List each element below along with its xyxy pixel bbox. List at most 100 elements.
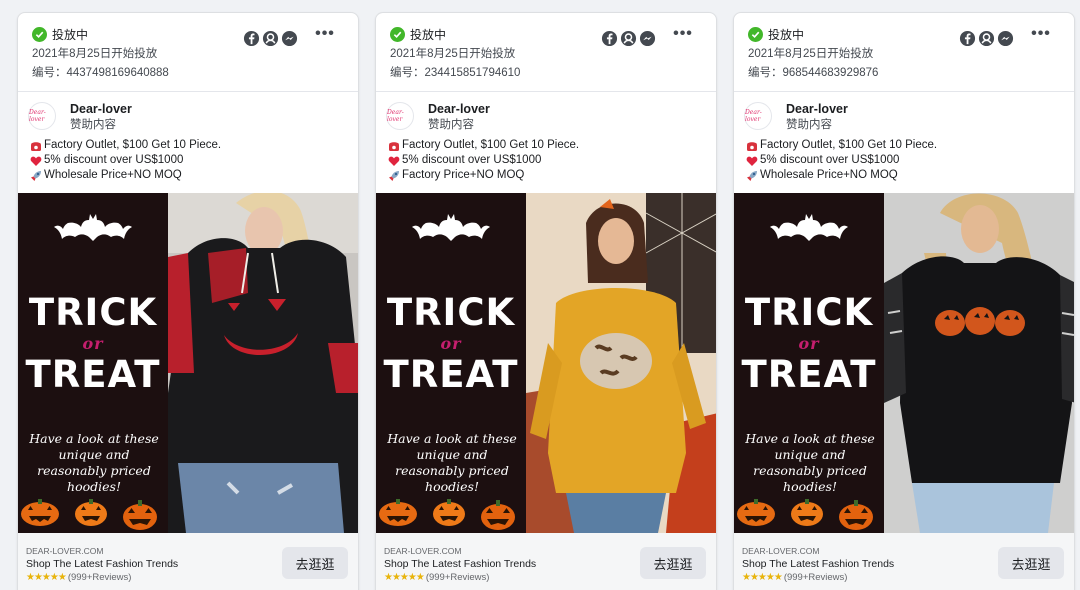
ad-card: 投放中 2021年8月25日开始投放 编号：234415851794610 ••…	[375, 12, 717, 590]
ad-body-text: Factory Outlet, $100 Get 10 Piece. 5% di…	[376, 136, 716, 193]
start-date: 2021年8月25日开始投放	[390, 48, 516, 60]
library-id: 编号：4437498169640888	[32, 65, 344, 81]
ad-line: Wholesale Price+NO MOQ	[30, 168, 348, 183]
bat-icon	[770, 214, 848, 241]
messenger-icon	[639, 30, 656, 47]
more-options-icon[interactable]: •••	[672, 26, 694, 45]
ad-footer: DEAR-LOVER.COM Shop The Latest Fashion T…	[18, 533, 358, 590]
star-rating: ★★★★★	[742, 572, 783, 583]
advertiser-logo[interactable]: Dear-lover	[28, 102, 56, 130]
creative-product-photo	[526, 193, 716, 533]
ad-line-text: Factory Outlet, $100 Get 10 Piece.	[44, 139, 222, 151]
ad-line: Factory Price+NO MOQ	[388, 168, 706, 183]
ad-line: Factory Outlet, $100 Get 10 Piece.	[388, 138, 706, 153]
library-id-label: 编号：	[32, 67, 67, 79]
sponsored-label: 赞助内容	[70, 119, 116, 131]
ad-card-header: 投放中 2021年8月25日开始投放 编号：234415851794610 ••…	[376, 13, 716, 92]
advertiser-name[interactable]: Dear-lover	[428, 101, 490, 117]
ad-line-text: 5% discount over US$1000	[402, 154, 542, 166]
rocket-icon	[31, 170, 41, 181]
more-options-icon[interactable]: •••	[1030, 26, 1052, 45]
creative-headline-2: TREAT	[741, 353, 877, 396]
ad-card-header: 投放中 2021年8月25日开始投放 编号：968544683929876 ••…	[734, 13, 1074, 92]
facebook-icon	[243, 30, 260, 47]
creative-tagline: Have a look at these unique and reasonab…	[387, 431, 517, 494]
model-photo	[884, 193, 1074, 533]
telephone-icon	[31, 141, 41, 151]
logo-text: Dear-lover	[387, 109, 404, 123]
audience-network-icon	[978, 30, 995, 47]
creative-headline-1: TRICK	[28, 291, 158, 334]
messenger-icon	[281, 30, 298, 47]
review-count: (999+Reviews)	[783, 572, 848, 583]
shop-now-button[interactable]: 去逛逛	[282, 547, 348, 579]
library-id: 编号：968544683929876	[748, 65, 1060, 81]
telephone-icon	[747, 141, 757, 151]
heart-icon	[30, 156, 42, 166]
ad-footer: DEAR-LOVER.COM Shop The Latest Fashion T…	[734, 533, 1074, 590]
ad-creative-image[interactable]: TRICK or TREAT Have a look at these uniq…	[734, 193, 1074, 533]
library-id-value: 968544683929876	[782, 67, 879, 79]
jack-o-lantern-icon	[21, 499, 59, 526]
library-id-value: 234415851794610	[424, 67, 521, 79]
heart-icon	[746, 156, 758, 166]
status-text: 投放中	[768, 27, 805, 42]
model-photo	[168, 193, 358, 533]
creative-product-photo	[884, 193, 1074, 533]
ad-line: Factory Outlet, $100 Get 10 Piece.	[746, 138, 1064, 153]
jack-o-lantern-icon	[481, 500, 515, 530]
ad-creative-image[interactable]: TRICK or TREAT Have a look at these uniq…	[18, 193, 358, 533]
library-id: 编号：234415851794610	[390, 65, 702, 81]
audience-network-icon	[262, 30, 279, 47]
star-rating: ★★★★★	[384, 572, 425, 583]
creative-or: or	[440, 334, 462, 353]
sponsored-label: 赞助内容	[786, 119, 832, 131]
creative-tagline: Have a look at these unique and reasonab…	[745, 431, 875, 494]
ad-line: 5% discount over US$1000	[30, 153, 348, 168]
start-date: 2021年8月25日开始投放	[748, 48, 874, 60]
advertiser-row: Dear-lover Dear-lover 赞助内容	[376, 92, 716, 136]
ad-body-text: Factory Outlet, $100 Get 10 Piece. 5% di…	[734, 136, 1074, 193]
check-circle-icon	[748, 26, 763, 42]
ad-line: Factory Outlet, $100 Get 10 Piece.	[30, 138, 348, 153]
start-date: 2021年8月25日开始投放	[32, 48, 158, 60]
shop-now-button[interactable]: 去逛逛	[998, 547, 1064, 579]
platform-icons	[243, 30, 298, 47]
bat-icon	[54, 214, 132, 241]
model-photo	[526, 193, 716, 533]
ad-line-text: Factory Price+NO MOQ	[402, 169, 525, 181]
pumpkin-row	[736, 497, 874, 531]
creative-headline-2: TREAT	[383, 353, 519, 396]
advertiser-name[interactable]: Dear-lover	[70, 101, 132, 117]
advertiser-row: Dear-lover Dear-lover 赞助内容	[734, 92, 1074, 136]
advertiser-logo[interactable]: Dear-lover	[744, 102, 772, 130]
advertiser-name[interactable]: Dear-lover	[786, 101, 848, 117]
ad-card-header: 投放中 2021年8月25日开始投放 编号：4437498169640888 •…	[18, 13, 358, 92]
ad-creative-image[interactable]: TRICK or TREAT Have a look at these uniq…	[376, 193, 716, 533]
advertiser-logo[interactable]: Dear-lover	[386, 102, 414, 130]
review-count: (999+Reviews)	[425, 572, 490, 583]
creative-headline-2: TREAT	[25, 353, 161, 396]
ad-line: 5% discount over US$1000	[388, 153, 706, 168]
logo-text: Dear-lover	[745, 109, 762, 123]
pumpkin-row	[378, 497, 516, 531]
shop-now-button[interactable]: 去逛逛	[640, 547, 706, 579]
ad-line-text: Wholesale Price+NO MOQ	[44, 169, 182, 181]
heart-icon	[388, 156, 400, 166]
creative-headline-1: TRICK	[744, 291, 874, 334]
audience-network-icon	[620, 30, 637, 47]
jack-o-lantern-icon	[737, 499, 775, 526]
creative-headline-1: TRICK	[386, 291, 516, 334]
more-options-icon[interactable]: •••	[314, 26, 336, 45]
check-circle-icon	[390, 26, 405, 42]
ad-line-text: 5% discount over US$1000	[760, 154, 900, 166]
facebook-icon	[959, 30, 976, 47]
star-rating: ★★★★★	[26, 572, 67, 583]
ad-line-text: Wholesale Price+NO MOQ	[760, 169, 898, 181]
rocket-icon	[747, 170, 757, 181]
status-text: 投放中	[52, 27, 89, 42]
ad-card: 投放中 2021年8月25日开始投放 编号：968544683929876 ••…	[733, 12, 1075, 590]
facebook-icon	[601, 30, 618, 47]
bat-icon	[412, 214, 490, 241]
creative-tagline: Have a look at these unique and reasonab…	[29, 431, 159, 494]
